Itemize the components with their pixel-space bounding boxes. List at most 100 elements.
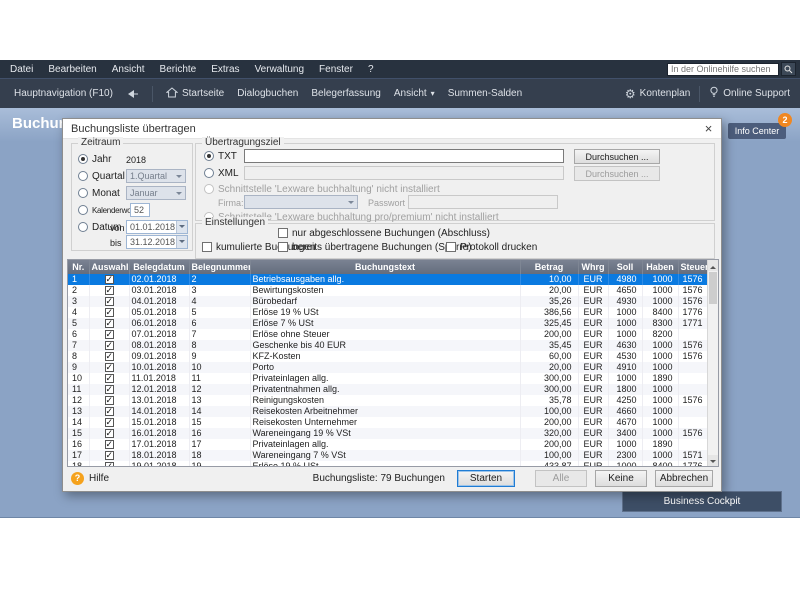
row-checkbox[interactable] (105, 330, 114, 339)
row-checkbox[interactable] (105, 374, 114, 383)
cell-belegnummer: 17 (189, 439, 250, 450)
table-row[interactable]: 14 15.01.2018 15 Reisekosten Unternehmer… (68, 417, 708, 428)
checkbox-protokoll[interactable] (446, 242, 456, 252)
menu-items: Datei Bearbeiten Ansicht Berichte Extras Verw… (0, 64, 374, 75)
quartal-select[interactable]: 1.Quartal (126, 169, 186, 183)
row-checkbox[interactable] (105, 418, 114, 427)
radio-kalenderwoche[interactable] (78, 205, 88, 215)
row-checkbox[interactable] (105, 286, 114, 295)
search-button[interactable] (781, 62, 796, 76)
radio-quartal[interactable] (78, 171, 88, 181)
row-checkbox[interactable] (105, 319, 114, 328)
radio-monat[interactable] (78, 188, 88, 198)
monat-select[interactable]: Januar (126, 186, 186, 200)
column-header[interactable]: Belegnummer (189, 260, 250, 274)
calendar-drop-icon[interactable] (176, 221, 187, 233)
datum-bis-input[interactable]: 31.12.2018 (126, 235, 188, 249)
row-checkbox[interactable] (105, 363, 114, 372)
table-row[interactable]: 3 04.01.2018 4 Bürobedarf 35,26 EUR 4930… (68, 296, 708, 307)
menu-item[interactable]: Berichte (160, 64, 197, 75)
column-header[interactable]: Whrg (578, 260, 608, 274)
row-checkbox[interactable] (105, 341, 114, 350)
table-row[interactable]: 12 13.01.2018 13 Reinigungskosten 35,78 … (68, 395, 708, 406)
table-row[interactable]: 13 14.01.2018 14 Reisekosten Arbeitnehme… (68, 406, 708, 417)
column-header[interactable]: Belegdatum (129, 260, 189, 274)
row-checkbox[interactable] (105, 396, 114, 405)
menu-item[interactable]: ? (368, 64, 374, 75)
durchsuchen-button[interactable]: Durchsuchen ... (574, 149, 660, 164)
row-checkbox[interactable] (105, 297, 114, 306)
column-header[interactable]: Buchungstext (250, 260, 520, 274)
toolbar-item-belegerfassung[interactable]: Belegerfassung (311, 88, 381, 99)
menu-item[interactable]: Ansicht (112, 64, 145, 75)
table-row[interactable]: 7 08.01.2018 8 Geschenke bis 40 EUR 35,4… (68, 340, 708, 351)
kontenplan-button[interactable]: ⚙ Kontenplan (625, 88, 690, 100)
column-header[interactable]: Steuer (678, 260, 708, 274)
cell-betrag: 300,00 (520, 384, 578, 395)
hauptnavigation-button[interactable]: Hauptnavigation (F10) (14, 88, 113, 99)
cell-whrg: EUR (578, 417, 608, 428)
column-header[interactable]: Betrag (520, 260, 578, 274)
scroll-up-icon[interactable] (708, 260, 718, 271)
cell-nr: 2 (68, 285, 89, 296)
table-row[interactable]: 1 02.01.2018 2 Betriebsausgaben allg. 10… (68, 274, 708, 285)
row-checkbox[interactable] (105, 308, 114, 317)
row-checkbox[interactable] (105, 440, 114, 449)
table-row[interactable]: 4 05.01.2018 5 Erlöse 19 % USt 386,56 EU… (68, 307, 708, 318)
column-header[interactable]: Nr. (68, 260, 89, 274)
table-row[interactable]: 8 09.01.2018 9 KFZ-Kosten 60,00 EUR 4530… (68, 351, 708, 362)
menu-item[interactable]: Verwaltung (255, 64, 304, 75)
row-checkbox[interactable] (105, 407, 114, 416)
row-checkbox[interactable] (105, 385, 114, 394)
table-row[interactable]: 15 16.01.2018 16 Wareneingang 19 % VSt 3… (68, 428, 708, 439)
datum-von-input[interactable]: 01.01.2018 (126, 220, 188, 234)
booking-table: Nr.AuswahlBelegdatumBelegnummerBuchungst… (67, 259, 719, 467)
row-checkbox[interactable] (105, 352, 114, 361)
table-row[interactable]: 5 06.01.2018 6 Erlöse 7 % USt 325,45 EUR… (68, 318, 708, 329)
menu-item[interactable]: Fenster (319, 64, 353, 75)
keine-button[interactable]: Keine (595, 470, 647, 487)
radio-txt[interactable] (204, 151, 214, 161)
calendar-drop-icon[interactable] (176, 236, 187, 248)
radio-jahr[interactable] (78, 154, 88, 164)
cell-haben: 1890 (642, 439, 678, 450)
column-header[interactable]: Auswahl (89, 260, 129, 274)
scrollbar[interactable] (707, 260, 718, 466)
table-row[interactable]: 17 18.01.2018 18 Wareneingang 7 % VSt 10… (68, 450, 708, 461)
row-checkbox[interactable] (105, 451, 114, 460)
radio-datum[interactable] (78, 222, 88, 232)
menu-item[interactable]: Datei (10, 64, 33, 75)
toolbar-item-startseite[interactable]: Startseite (166, 87, 224, 101)
business-cockpit-bar[interactable]: Business Cockpit (622, 491, 782, 512)
starten-button[interactable]: Starten (457, 470, 515, 487)
checkbox-bereits-uebertragene[interactable] (278, 242, 288, 252)
toolbar-item-summen-salden[interactable]: Summen-Salden (448, 88, 522, 99)
checkbox-kumulierte[interactable] (202, 242, 212, 252)
table-row[interactable]: 6 07.01.2018 7 Erlöse ohne Steuer 200,00… (68, 329, 708, 340)
pin-icon[interactable] (126, 89, 139, 99)
table-row[interactable]: 2 03.01.2018 3 Bewirtungskosten 20,00 EU… (68, 285, 708, 296)
kalenderwoche-input[interactable]: 52 (130, 203, 150, 217)
close-button[interactable]: × (701, 121, 716, 136)
scroll-thumb[interactable] (709, 272, 717, 304)
info-center-button[interactable]: Info Center (728, 123, 786, 139)
menu-item[interactable]: Extras (211, 64, 239, 75)
table-row[interactable]: 11 12.01.2018 12 Privatentnahmen allg. 3… (68, 384, 708, 395)
hilfe-button[interactable]: ? Hilfe (71, 472, 109, 485)
checkbox-nur-abgeschlossene[interactable] (278, 228, 288, 238)
table-row[interactable]: 10 11.01.2018 11 Privateinlagen allg. 30… (68, 373, 708, 384)
column-header[interactable]: Haben (642, 260, 678, 274)
toolbar-item-dialogbuchen[interactable]: Dialogbuchen (237, 88, 298, 99)
row-checkbox[interactable] (105, 275, 114, 284)
abbrechen-button[interactable]: Abbrechen (655, 470, 713, 487)
search-input[interactable] (667, 63, 779, 76)
txt-path-input[interactable] (244, 149, 564, 163)
row-checkbox[interactable] (105, 429, 114, 438)
menu-item[interactable]: Bearbeiten (48, 64, 96, 75)
radio-xml[interactable] (204, 168, 214, 178)
table-row[interactable]: 16 17.01.2018 17 Privateinlagen allg. 20… (68, 439, 708, 450)
online-support-button[interactable]: Online Support (709, 86, 790, 101)
table-row[interactable]: 9 10.01.2018 10 Porto 20,00 EUR 4910 100… (68, 362, 708, 373)
toolbar-item-ansicht[interactable]: Ansicht▾ (394, 88, 435, 99)
column-header[interactable]: Soll (608, 260, 642, 274)
